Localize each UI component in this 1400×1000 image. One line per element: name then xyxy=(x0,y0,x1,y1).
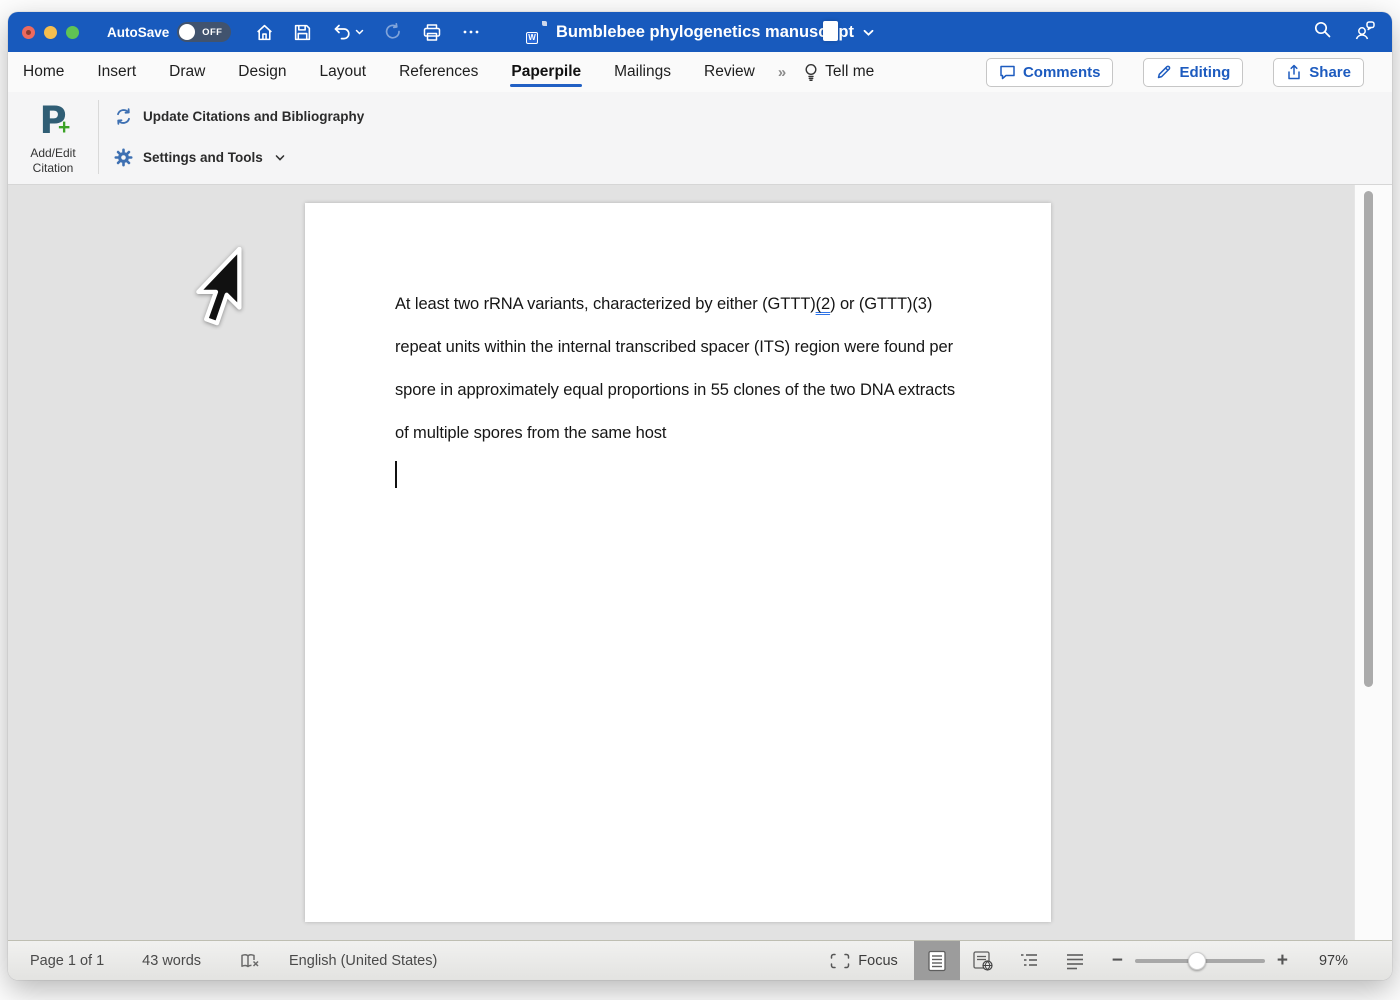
ribbon-tab-row: Home Insert Draw Design Layout Reference… xyxy=(8,52,1392,92)
share-icon xyxy=(1286,64,1302,81)
print-layout-icon xyxy=(927,950,947,972)
doc-line-2[interactable]: repeat units within the internal transcr… xyxy=(395,326,955,369)
undo-icon[interactable] xyxy=(331,22,352,42)
zoom-slider-thumb[interactable] xyxy=(1188,952,1206,970)
vertical-scrollbar[interactable] xyxy=(1354,185,1392,940)
editing-button[interactable]: Editing xyxy=(1143,58,1243,87)
save-icon[interactable] xyxy=(293,23,312,42)
autosave-label: AutoSave xyxy=(107,25,169,40)
active-tab-underline xyxy=(510,84,582,88)
web-layout-view-button[interactable] xyxy=(960,941,1006,980)
tab-layout[interactable]: Layout xyxy=(319,54,368,90)
search-icon[interactable] xyxy=(1313,20,1332,44)
comments-button[interactable]: Comments xyxy=(986,58,1114,87)
autosave-state: OFF xyxy=(195,27,229,38)
tab-home[interactable]: Home xyxy=(22,54,65,90)
doc-line-4[interactable]: of multiple spores from the same host xyxy=(395,412,955,455)
comment-icon xyxy=(999,64,1016,80)
outline-view-icon xyxy=(1018,952,1040,970)
tab-design[interactable]: Design xyxy=(237,54,287,90)
toggle-knob xyxy=(179,24,195,40)
web-layout-icon xyxy=(972,950,994,972)
tab-review[interactable]: Review xyxy=(703,54,756,90)
titlebar: AutoSave OFF W Bumblebee phylogenetics m… xyxy=(8,12,1392,52)
share-button[interactable]: Share xyxy=(1273,58,1364,87)
mouse-cursor xyxy=(186,247,242,329)
zoom-percentage[interactable]: 97% xyxy=(1302,953,1348,969)
language-status[interactable]: English (United States) xyxy=(289,953,437,969)
lightbulb-icon xyxy=(804,63,818,82)
doc-line-1[interactable]: At least two rRNA variants, characterize… xyxy=(395,283,955,326)
print-icon[interactable] xyxy=(422,23,442,42)
paperpile-ribbon: P+ Add/Edit Citation Update Citations an… xyxy=(8,92,1392,185)
scrollbar-thumb[interactable] xyxy=(1364,191,1373,687)
update-citations-button[interactable]: Update Citations and Bibliography xyxy=(114,107,364,126)
outline-view-button[interactable] xyxy=(1006,941,1052,980)
settings-and-tools-button[interactable]: Settings and Tools xyxy=(114,148,285,167)
draft-view-icon xyxy=(1064,952,1086,970)
ribbon-group-divider xyxy=(98,100,99,174)
tell-me-button[interactable]: Tell me xyxy=(804,63,874,82)
autosave-toggle[interactable]: OFF xyxy=(177,22,231,42)
zoom-window-button[interactable] xyxy=(66,26,79,39)
proofing-status-icon[interactable] xyxy=(239,952,261,970)
doc-line-3[interactable]: spore in approximately equal proportions… xyxy=(395,369,955,412)
pencil-icon xyxy=(1156,64,1172,80)
zoom-out-button[interactable]: − xyxy=(1106,950,1129,972)
home-icon[interactable] xyxy=(255,23,274,42)
tab-draw[interactable]: Draw xyxy=(168,54,206,90)
add-edit-citation-button[interactable]: P+ Add/Edit Citation xyxy=(20,98,86,176)
tab-references[interactable]: References xyxy=(398,54,479,90)
word-window: AutoSave OFF W Bumblebee phylogenetics m… xyxy=(8,12,1392,980)
more-icon[interactable] xyxy=(461,23,481,41)
status-bar: Page 1 of 1 43 words English (United Sta… xyxy=(8,940,1392,980)
tab-mailings[interactable]: Mailings xyxy=(613,54,672,90)
draft-view-button[interactable] xyxy=(1052,941,1098,980)
title-chevron-down-icon xyxy=(863,28,874,37)
document-title-menu[interactable]: W Bumblebee phylogenetics manuscript xyxy=(526,12,874,52)
word-count[interactable]: 43 words xyxy=(142,953,201,969)
zoom-in-button[interactable]: + xyxy=(1271,950,1294,972)
grammar-flagged-text[interactable]: (2 xyxy=(816,295,830,313)
document-title: Bumblebee phylogenetics manuscript xyxy=(556,23,854,42)
word-doc-icon: W xyxy=(526,21,547,44)
chevron-down-icon xyxy=(275,154,285,162)
tab-paperpile[interactable]: Paperpile xyxy=(510,54,582,90)
tab-overflow-chevron[interactable]: » xyxy=(778,64,784,81)
paperpile-logo-icon: P+ xyxy=(20,98,86,144)
document-text: At least two rRNA variants, characterize… xyxy=(395,283,955,455)
tab-insert[interactable]: Insert xyxy=(96,54,137,90)
refresh-icon xyxy=(114,107,133,126)
gear-icon xyxy=(114,148,133,167)
traffic-lights xyxy=(22,26,79,39)
focus-button[interactable]: Focus xyxy=(830,953,898,969)
page-indicator[interactable]: Page 1 of 1 xyxy=(30,953,104,969)
close-button[interactable] xyxy=(22,26,35,39)
focus-icon xyxy=(830,953,850,969)
print-layout-view-button[interactable] xyxy=(914,941,960,980)
text-caret xyxy=(395,461,397,488)
add-edit-citation-label: Add/Edit Citation xyxy=(20,146,86,176)
document-canvas: At least two rRNA variants, characterize… xyxy=(8,185,1392,940)
redo-icon xyxy=(383,22,403,42)
zoom-slider[interactable] xyxy=(1135,952,1265,970)
undo-dropdown-chevron[interactable] xyxy=(355,28,364,36)
document-page[interactable]: At least two rRNA variants, characterize… xyxy=(305,203,1051,922)
presence-icon[interactable] xyxy=(1354,20,1376,45)
minimize-button[interactable] xyxy=(44,26,57,39)
